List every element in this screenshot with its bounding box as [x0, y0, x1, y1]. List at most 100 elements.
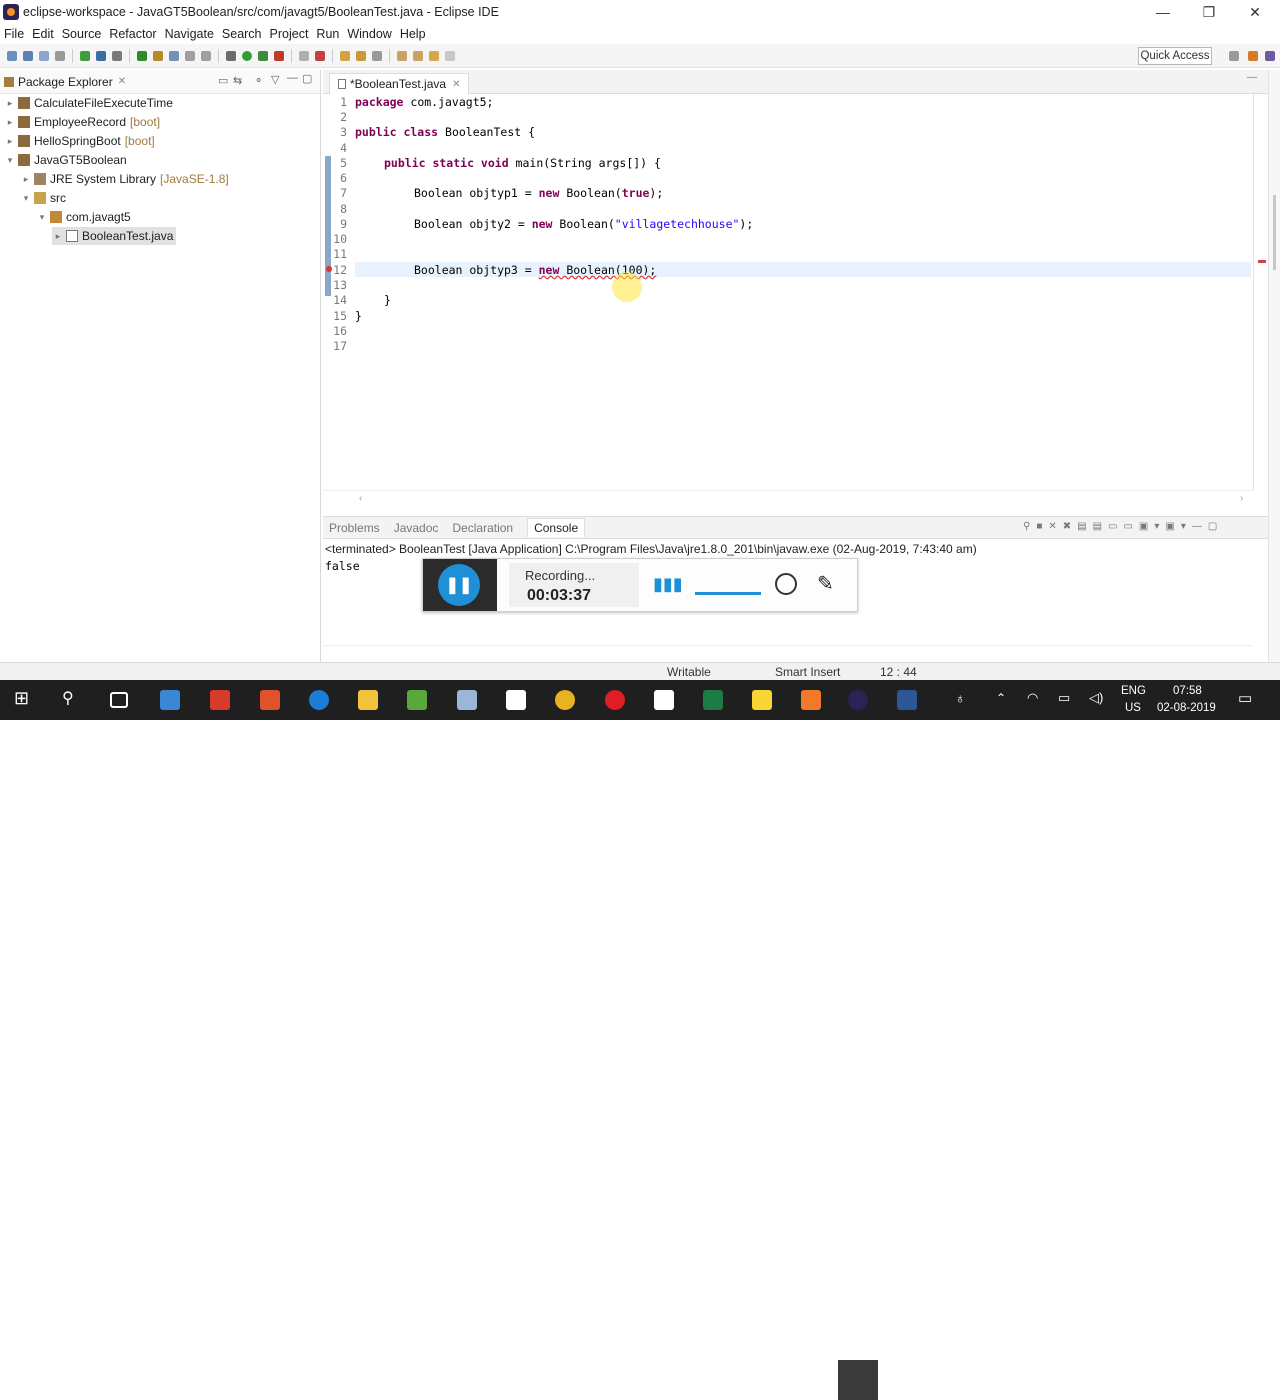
clock-date[interactable]: 02-08-2019 — [1157, 702, 1216, 714]
print-icon[interactable] — [55, 50, 65, 61]
tree-item-project[interactable]: ▸ CalculateFileExecuteTime — [4, 94, 173, 112]
save-all-icon[interactable] — [39, 50, 49, 61]
back-icon[interactable] — [429, 50, 439, 61]
pause-button[interactable]: ❚❚ — [438, 564, 480, 606]
mail-icon[interactable] — [506, 690, 526, 710]
store-icon[interactable] — [160, 690, 180, 710]
console-toolbar-icons[interactable]: ⚲■✕✖▤▤▭▭▣▾▣▾—▢ — [1023, 521, 1223, 532]
clock-time[interactable]: 07:58 — [1173, 685, 1202, 697]
collapse-all-icon[interactable]: ▭ — [218, 74, 228, 87]
menu-edit[interactable]: Edit — [32, 27, 54, 41]
code-line[interactable]: Boolean objty2 = new Boolean("villagetec… — [414, 217, 753, 231]
volume-icon[interactable]: ◁) — [1089, 690, 1103, 706]
sticky-notes-icon[interactable] — [752, 690, 772, 710]
audio-level-icon[interactable]: ▮▮▮ — [653, 574, 683, 595]
code-line[interactable]: Boolean objtyp1 = new Boolean(true); — [414, 186, 663, 200]
chevron-right-icon[interactable]: ▸ — [20, 174, 32, 185]
menu-refactor[interactable]: Refactor — [109, 27, 156, 41]
save-icon[interactable] — [23, 50, 33, 61]
wifi-icon[interactable]: ◠ — [1027, 690, 1038, 706]
stop-icon[interactable] — [299, 50, 309, 61]
language-indicator[interactable]: ENG — [1121, 685, 1146, 697]
chevron-down-icon[interactable]: ▾ — [4, 155, 16, 166]
annotation-icon[interactable] — [372, 50, 382, 61]
search-icon[interactable]: ⚲ — [62, 688, 82, 708]
next-annotation-icon[interactable] — [397, 50, 407, 61]
app-orange-icon[interactable] — [260, 690, 280, 710]
quick-access-field[interactable]: Quick Access — [1138, 47, 1212, 65]
webcam-icon[interactable] — [775, 573, 797, 595]
minimize-editor-icon[interactable]: — — [1247, 72, 1257, 83]
app-red-icon[interactable] — [210, 690, 230, 710]
chevron-right-icon[interactable]: ▸ — [52, 231, 64, 242]
chevron-up-icon[interactable]: ⌃ — [996, 691, 1006, 705]
package-explorer-tab[interactable]: Package Explorer ✕ ▭ ⇆ ⚬ ▽ — ▢ — [0, 70, 320, 94]
prev-annotation-icon[interactable] — [413, 50, 423, 61]
close-button[interactable]: ✕ — [1232, 0, 1278, 24]
run-coverage-icon[interactable] — [258, 50, 268, 61]
tab-declaration[interactable]: Declaration — [452, 521, 513, 535]
bookmark-icon[interactable] — [315, 50, 325, 61]
file-explorer-icon[interactable] — [358, 690, 378, 710]
word-icon[interactable] — [897, 690, 917, 710]
view-menu-icon[interactable]: ▽ — [271, 73, 279, 86]
scroll-left-icon[interactable]: ‹ — [359, 493, 362, 504]
windows-start-icon[interactable]: ⊞ — [14, 688, 34, 708]
code-line[interactable]: public class BooleanTest { — [355, 125, 535, 139]
editor-tab[interactable]: *BooleanTest.java ✕ — [329, 73, 470, 94]
search-icon[interactable] — [153, 50, 163, 61]
tree-item-source-folder[interactable]: ▾ src — [20, 189, 66, 207]
tab-javadoc[interactable]: Javadoc — [394, 521, 439, 535]
eclipse-taskbar-icon[interactable] — [848, 690, 868, 710]
java-perspective-icon[interactable] — [1265, 51, 1275, 61]
tab-console[interactable]: Console — [527, 518, 586, 537]
chevron-right-icon[interactable]: ▸ — [4, 117, 16, 128]
code-line[interactable]: package com.javagt5; — [355, 95, 493, 109]
horizontal-scrollbar[interactable] — [323, 490, 1253, 506]
menu-run[interactable]: Run — [316, 27, 339, 41]
vertical-scrollbar[interactable] — [1268, 70, 1280, 662]
opera-icon[interactable] — [605, 690, 625, 710]
tree-item-package[interactable]: ▾ com.javagt5 — [36, 208, 131, 226]
chevron-right-icon[interactable]: ▸ — [4, 98, 16, 109]
link-editor-icon[interactable]: ⇆ — [233, 74, 242, 87]
menu-source[interactable]: Source — [62, 27, 102, 41]
scroll-thumb[interactable] — [1273, 195, 1276, 270]
java-ee-perspective-icon[interactable] — [1248, 51, 1258, 61]
new-icon[interactable] — [7, 50, 17, 61]
tree-item-project[interactable]: ▸ HelloSpringBoot [boot] — [4, 132, 155, 150]
debug-icon[interactable] — [226, 50, 236, 61]
error-overview-marker[interactable] — [1258, 260, 1266, 263]
code-line[interactable]: } — [384, 293, 391, 307]
battery-icon[interactable]: ▭ — [1058, 690, 1070, 706]
region-indicator[interactable]: US — [1125, 702, 1141, 714]
open-folder-icon[interactable] — [340, 50, 350, 61]
toggle-mark-icon[interactable] — [169, 50, 179, 61]
tree-item-java-file[interactable]: ▸ BooleanTest.java — [52, 227, 177, 245]
code-line[interactable]: } — [355, 309, 362, 323]
menu-project[interactable]: Project — [270, 27, 309, 41]
chrome-icon[interactable] — [555, 690, 575, 710]
notepad-plus-icon[interactable] — [407, 690, 427, 710]
console-horizontal-scrollbar[interactable] — [323, 645, 1253, 661]
people-icon[interactable]: ♁ — [955, 690, 966, 706]
excel-icon[interactable] — [703, 690, 723, 710]
maximize-view-icon[interactable]: ▢ — [302, 72, 312, 85]
close-tab-icon[interactable]: ✕ — [452, 79, 460, 90]
chevron-down-icon[interactable]: ▾ — [36, 212, 48, 223]
forward-icon[interactable] — [445, 50, 455, 61]
tree-item-library[interactable]: ▸ JRE System Library [JavaSE-1.8] — [20, 170, 229, 188]
menu-help[interactable]: Help — [400, 27, 426, 41]
menu-navigate[interactable]: Navigate — [165, 27, 214, 41]
maximize-button[interactable]: ❐ — [1186, 0, 1232, 24]
skip-breakpoints-icon[interactable] — [112, 50, 122, 61]
minimize-view-icon[interactable]: — — [287, 72, 298, 84]
volume-slider[interactable] — [695, 592, 761, 595]
external-tools-icon[interactable] — [274, 50, 284, 61]
code-line[interactable]: public static void main(String args[]) { — [384, 156, 661, 170]
tree-item-project[interactable]: ▸ EmployeeRecord [boot] — [4, 113, 160, 131]
notification-icon[interactable]: ▭ — [1238, 689, 1252, 707]
blank-document-icon[interactable] — [654, 690, 674, 710]
open-type-icon[interactable] — [137, 50, 147, 61]
task-view-icon[interactable] — [110, 692, 128, 708]
